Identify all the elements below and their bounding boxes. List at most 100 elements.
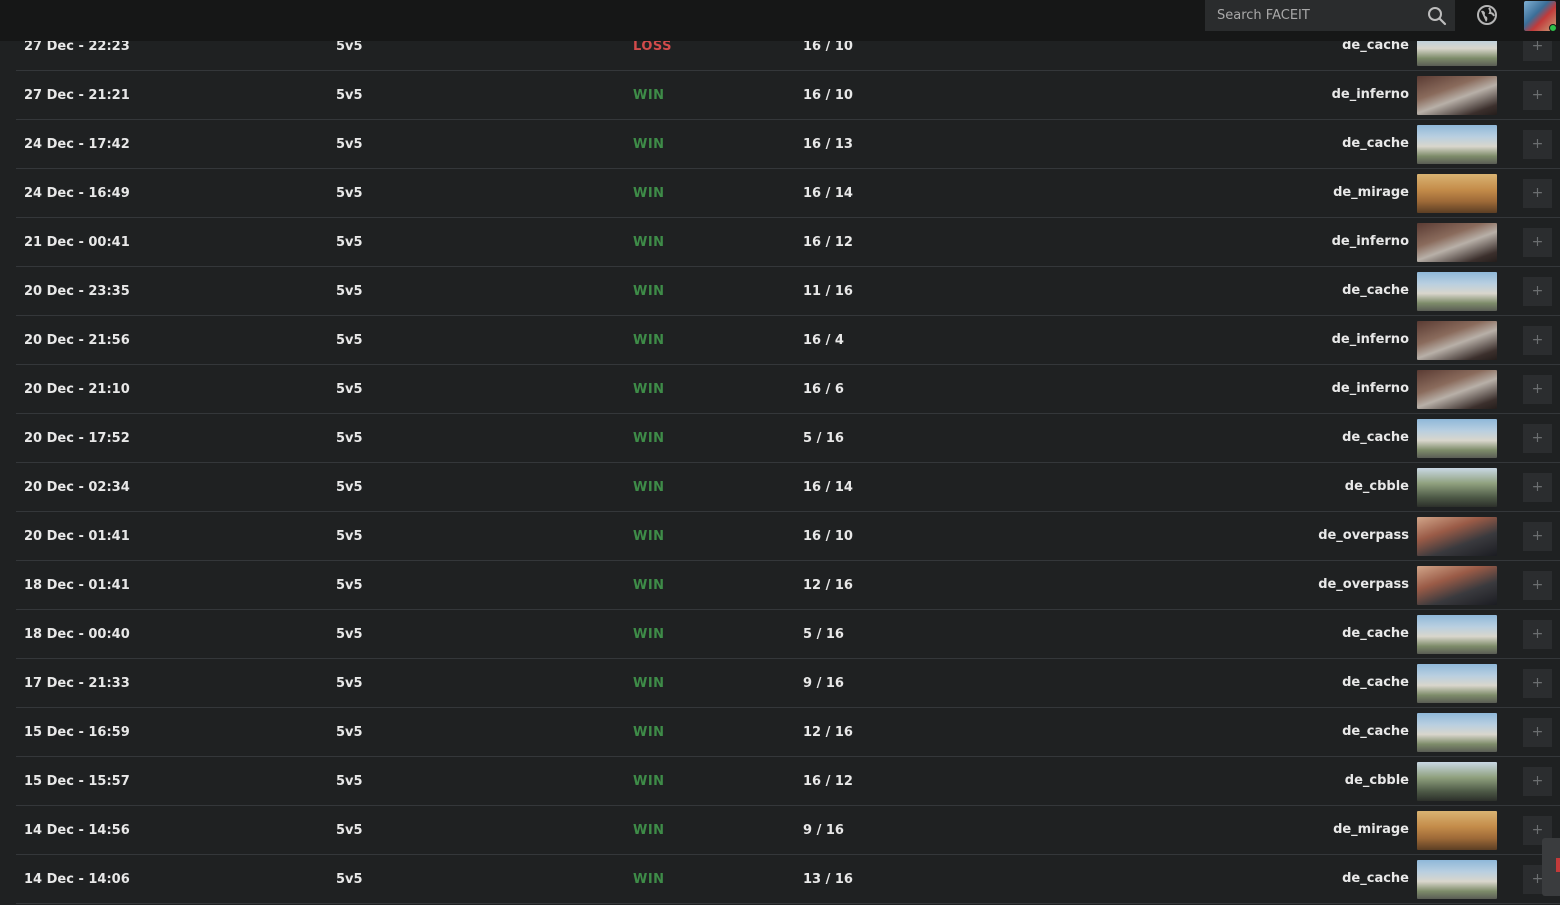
avatar[interactable] (1524, 1, 1557, 32)
match-date: 18 Dec - 01:41 (24, 578, 130, 593)
expand-match-button[interactable]: + (1523, 473, 1552, 502)
expand-match-button[interactable]: + (1523, 375, 1552, 404)
match-row[interactable]: 21 Dec - 00:41 5v5 WIN 16 / 12 de_infern… (16, 218, 1560, 267)
match-mode: 5v5 (336, 235, 363, 250)
expand-match-button[interactable]: + (1523, 767, 1552, 796)
expand-match-button[interactable]: + (1523, 571, 1552, 600)
map-thumbnail (1417, 468, 1497, 507)
match-row[interactable]: 15 Dec - 15:57 5v5 WIN 16 / 12 de_cbble … (16, 757, 1560, 806)
match-mode: 5v5 (336, 333, 363, 348)
match-date: 14 Dec - 14:56 (24, 823, 130, 838)
search-icon[interactable] (1427, 6, 1447, 26)
match-map-name: de_inferno (1331, 332, 1409, 347)
expand-match-button[interactable]: + (1523, 522, 1552, 551)
map-thumbnail (1417, 811, 1497, 850)
match-row[interactable]: 18 Dec - 01:41 5v5 WIN 12 / 16 de_overpa… (16, 561, 1560, 610)
expand-match-button[interactable]: + (1523, 81, 1552, 110)
match-mode: 5v5 (336, 725, 363, 740)
match-row[interactable]: 14 Dec - 14:56 5v5 WIN 9 / 16 de_mirage … (16, 806, 1560, 855)
map-thumbnail (1417, 223, 1497, 262)
match-row[interactable]: 20 Dec - 02:34 5v5 WIN 16 / 14 de_cbble … (16, 463, 1560, 512)
match-mode: 5v5 (336, 529, 363, 544)
match-row[interactable]: 15 Dec - 16:59 5v5 WIN 12 / 16 de_cache … (16, 708, 1560, 757)
side-panel-tab[interactable] (1542, 838, 1560, 896)
match-result: WIN (633, 627, 665, 642)
match-row[interactable]: 14 Dec - 14:06 5v5 WIN 13 / 16 de_cache … (16, 855, 1560, 904)
globe-icon[interactable] (1476, 4, 1498, 26)
match-score: 16 / 14 (803, 480, 853, 495)
expand-match-button[interactable]: + (1523, 718, 1552, 747)
match-row[interactable]: 20 Dec - 21:56 5v5 WIN 16 / 4 de_inferno… (16, 316, 1560, 365)
map-thumbnail (1417, 419, 1497, 458)
match-row[interactable]: 20 Dec - 23:35 5v5 WIN 11 / 16 de_cache … (16, 267, 1560, 316)
plus-icon: + (1531, 675, 1544, 691)
match-mode: 5v5 (336, 284, 363, 299)
match-result: WIN (633, 333, 665, 348)
match-row[interactable]: 17 Dec - 21:33 5v5 WIN 9 / 16 de_cache + (16, 659, 1560, 708)
plus-icon: + (1531, 577, 1544, 593)
expand-match-button[interactable]: + (1523, 130, 1552, 159)
match-date: 20 Dec - 01:41 (24, 529, 130, 544)
match-result: WIN (633, 725, 665, 740)
expand-match-button[interactable]: + (1523, 424, 1552, 453)
match-mode: 5v5 (336, 431, 363, 446)
plus-icon: + (1531, 822, 1544, 838)
expand-match-button[interactable]: + (1523, 179, 1552, 208)
match-map-name: de_cache (1342, 283, 1409, 298)
match-date: 20 Dec - 17:52 (24, 431, 130, 446)
match-score: 5 / 16 (803, 431, 844, 446)
top-bar (0, 0, 1560, 41)
map-thumbnail (1417, 860, 1497, 899)
match-map-name: de_overpass (1318, 528, 1409, 543)
match-result: WIN (633, 480, 665, 495)
map-thumbnail (1417, 517, 1497, 556)
match-row[interactable]: 24 Dec - 16:49 5v5 WIN 16 / 14 de_mirage… (16, 169, 1560, 218)
match-date: 24 Dec - 17:42 (24, 137, 130, 152)
match-result: WIN (633, 137, 665, 152)
search-input[interactable] (1205, 0, 1415, 31)
search-box[interactable] (1205, 0, 1455, 31)
match-result: WIN (633, 431, 665, 446)
match-result: WIN (633, 872, 665, 887)
match-mode: 5v5 (336, 186, 363, 201)
plus-icon: + (1531, 185, 1544, 201)
map-thumbnail (1417, 272, 1497, 311)
expand-match-button[interactable]: + (1523, 326, 1552, 355)
match-mode: 5v5 (336, 823, 363, 838)
expand-match-button[interactable]: + (1523, 669, 1552, 698)
expand-match-button[interactable]: + (1523, 277, 1552, 306)
match-score: 12 / 16 (803, 725, 853, 740)
match-date: 21 Dec - 00:41 (24, 235, 130, 250)
map-thumbnail (1417, 125, 1497, 164)
match-date: 15 Dec - 15:57 (24, 774, 130, 789)
match-score: 9 / 16 (803, 823, 844, 838)
expand-match-button[interactable]: + (1523, 620, 1552, 649)
match-map-name: de_inferno (1331, 87, 1409, 102)
match-date: 24 Dec - 16:49 (24, 186, 130, 201)
map-thumbnail (1417, 370, 1497, 409)
map-thumbnail (1417, 174, 1497, 213)
match-row[interactable]: 24 Dec - 17:42 5v5 WIN 16 / 13 de_cache … (16, 120, 1560, 169)
map-thumbnail (1417, 664, 1497, 703)
match-date: 27 Dec - 21:21 (24, 88, 130, 103)
match-row[interactable]: 20 Dec - 21:10 5v5 WIN 16 / 6 de_inferno… (16, 365, 1560, 414)
plus-icon: + (1531, 626, 1544, 642)
expand-match-button[interactable]: + (1523, 228, 1552, 257)
match-mode: 5v5 (336, 774, 363, 789)
match-map-name: de_cache (1342, 626, 1409, 641)
map-thumbnail (1417, 713, 1497, 752)
match-map-name: de_inferno (1331, 381, 1409, 396)
online-status-indicator (1549, 24, 1557, 32)
plus-icon: + (1531, 136, 1544, 152)
match-result: WIN (633, 186, 665, 201)
match-row[interactable]: 18 Dec - 00:40 5v5 WIN 5 / 16 de_cache + (16, 610, 1560, 659)
plus-icon: + (1531, 87, 1544, 103)
match-row[interactable]: 20 Dec - 01:41 5v5 WIN 16 / 10 de_overpa… (16, 512, 1560, 561)
match-map-name: de_mirage (1333, 185, 1409, 200)
match-row[interactable]: 20 Dec - 17:52 5v5 WIN 5 / 16 de_cache + (16, 414, 1560, 463)
match-score: 16 / 10 (803, 529, 853, 544)
match-mode: 5v5 (336, 627, 363, 642)
match-row[interactable]: 27 Dec - 21:21 5v5 WIN 16 / 10 de_infern… (16, 71, 1560, 120)
match-mode: 5v5 (336, 88, 363, 103)
plus-icon: + (1531, 528, 1544, 544)
